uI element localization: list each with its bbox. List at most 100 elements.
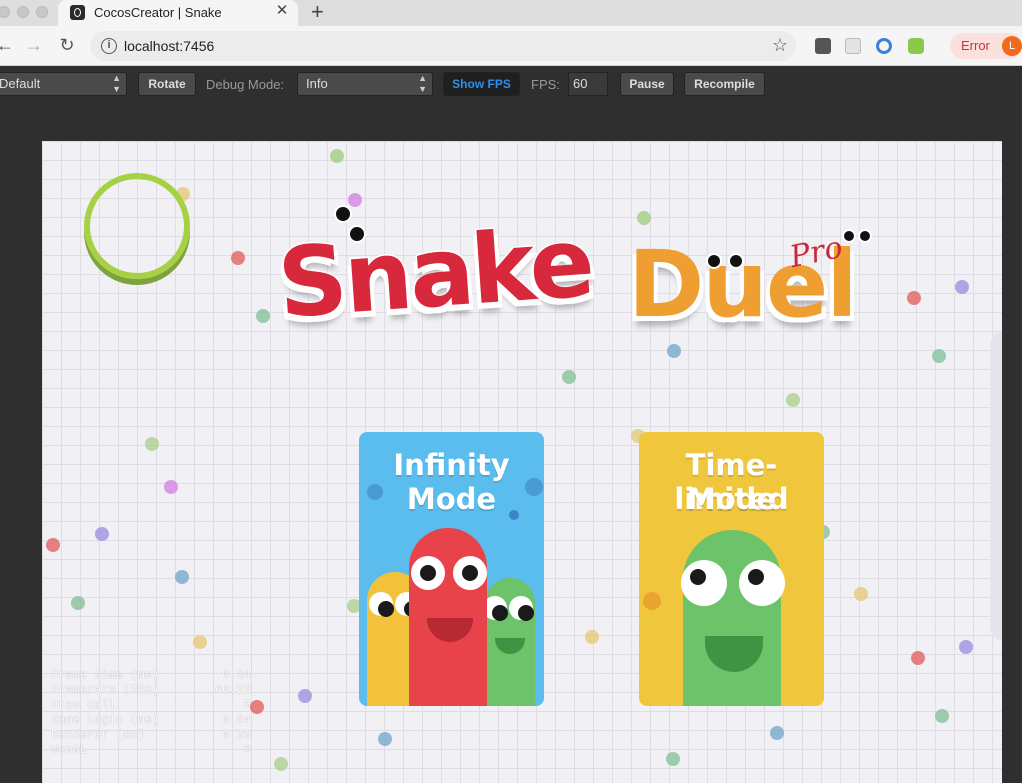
game-canvas[interactable]: Snake Duel Pro Infinity Mode Time-limite… xyxy=(42,141,1002,783)
grid-extension-icon[interactable] xyxy=(845,38,861,54)
food-dot xyxy=(348,193,362,207)
stat-row: Frame time (ms) 0.34 xyxy=(51,668,251,683)
profile-error-pill[interactable]: Error L xyxy=(950,33,1022,59)
food-dot xyxy=(193,635,207,649)
logo-eye-icon xyxy=(842,229,856,243)
address-bar[interactable]: i localhost:7456 ☆ xyxy=(90,31,796,61)
player-ring xyxy=(84,173,190,279)
logo-eye-icon xyxy=(858,229,872,243)
food-dot xyxy=(231,251,245,265)
time-limited-mode-title-line2: Mode xyxy=(686,482,777,516)
cocos-preview-toolbar: Default ▲ ▼ Rotate Debug Mode: Info ▲ ▼ Sh… xyxy=(0,67,1022,101)
device-select-value: Default xyxy=(0,76,41,91)
forward-arrow-icon[interactable]: → xyxy=(23,34,45,56)
snake-eye-icon xyxy=(411,556,445,590)
stat-value: 5 xyxy=(243,698,251,712)
food-dot xyxy=(854,587,868,601)
stat-label: WebGL xyxy=(51,743,88,757)
tab-title: CocosCreator | Snake xyxy=(94,5,222,20)
food-dot xyxy=(95,527,109,541)
snake-eye-icon xyxy=(509,596,534,621)
jetbrains-extension-icon[interactable] xyxy=(815,38,831,54)
debug-mode-select[interactable]: Info ▲ ▼ xyxy=(297,72,433,96)
canvas-edge-panel xyxy=(990,331,1002,641)
device-select[interactable]: Default ▲ ▼ xyxy=(0,72,127,96)
stat-label: Game Logic (ms) xyxy=(51,713,160,727)
bookmark-star-icon[interactable]: ☆ xyxy=(772,35,788,56)
infinity-mode-card[interactable]: Infinity Mode xyxy=(359,432,544,706)
logo-snake-text: Snake xyxy=(273,205,597,342)
food-dot xyxy=(637,211,651,225)
recompile-button[interactable]: Recompile xyxy=(684,72,765,96)
url-text[interactable]: localhost:7456 xyxy=(124,38,214,54)
infinity-mode-title-line2: Mode xyxy=(406,482,497,516)
food-dot xyxy=(274,757,288,771)
stat-value: 0.34 xyxy=(222,668,251,682)
stat-value: 0.29 xyxy=(222,728,251,742)
stat-row: Draw call 5 xyxy=(51,698,251,713)
logo-eye-icon xyxy=(706,253,722,269)
stat-label: Framerate (FPS) xyxy=(51,683,160,697)
rotate-button[interactable]: Rotate xyxy=(138,72,196,96)
reload-icon[interactable]: ↻ xyxy=(56,34,78,56)
food-dot xyxy=(71,596,85,610)
food-dot xyxy=(46,538,60,552)
food-dot xyxy=(585,630,599,644)
food-dot xyxy=(786,393,800,407)
avatar: L xyxy=(1002,36,1022,56)
snake-eye-icon xyxy=(739,560,785,606)
time-limited-mode-card[interactable]: Time-limited Mode xyxy=(639,432,824,706)
fps-input[interactable]: 60 xyxy=(568,72,608,96)
food-dot xyxy=(256,309,270,323)
debug-stats-panel: Frame time (ms) 0.34 Framerate (FPS) 60.22… xyxy=(51,668,251,758)
stat-label: Renderer (ms) xyxy=(51,728,145,742)
infinity-mode-title-line1: Infinity xyxy=(393,448,510,482)
food-dot xyxy=(666,752,680,766)
snake-eye-icon xyxy=(369,592,394,617)
food-dot xyxy=(955,280,969,294)
green-snake xyxy=(683,530,781,706)
stat-value: 0 xyxy=(243,743,251,757)
stat-row: Renderer (ms) 0.29 xyxy=(51,728,251,743)
food-dot xyxy=(959,640,973,654)
error-label: Error xyxy=(961,38,990,53)
food-dot xyxy=(770,726,784,740)
back-arrow-icon[interactable]: ← xyxy=(0,34,16,56)
logo-eye-icon xyxy=(728,253,744,269)
window-close-dot[interactable] xyxy=(0,6,10,18)
site-info-icon[interactable]: i xyxy=(101,38,117,54)
stat-row: Framerate (FPS) 60.22 xyxy=(51,683,251,698)
snake-eye-icon xyxy=(681,560,727,606)
food-dot xyxy=(911,651,925,665)
browser-tab[interactable]: CocosCreator | Snake ✕ xyxy=(58,0,298,26)
select-arrows-icon: ▲ ▼ xyxy=(112,73,121,94)
food-dot xyxy=(935,709,949,723)
cocos-favicon-icon xyxy=(70,5,85,20)
browser-toolbar: ← → ↻ i localhost:7456 ☆ Error L xyxy=(0,26,1022,66)
red-snake xyxy=(409,528,487,706)
show-fps-button[interactable]: Show FPS xyxy=(443,72,520,96)
logo-eye-icon xyxy=(348,225,366,243)
stat-row: Game Logic (ms) 0.04 xyxy=(51,713,251,728)
nodejs-extension-icon[interactable] xyxy=(908,38,924,54)
fps-label: FPS: xyxy=(531,77,560,92)
window-minimize-dot[interactable] xyxy=(17,6,29,18)
new-tab-button[interactable]: + xyxy=(311,0,324,25)
stat-value: 60.22 xyxy=(214,683,251,697)
food-dot xyxy=(562,370,576,384)
food-dot xyxy=(164,480,178,494)
pause-button[interactable]: Pause xyxy=(620,72,674,96)
food-dot xyxy=(175,570,189,584)
browser-tab-strip: CocosCreator | Snake ✕ + xyxy=(0,0,1022,26)
bubble-decoration xyxy=(643,592,661,610)
stat-label: Draw call xyxy=(51,698,116,712)
debug-mode-value: Info xyxy=(306,76,328,91)
food-dot xyxy=(145,437,159,451)
food-dot xyxy=(298,689,312,703)
stat-row: WebGL 0 xyxy=(51,743,251,758)
window-zoom-dot[interactable] xyxy=(36,6,48,18)
food-dot xyxy=(330,149,344,163)
food-dot xyxy=(378,732,392,746)
tab-close-icon[interactable]: ✕ xyxy=(274,3,290,19)
sync-extension-icon[interactable] xyxy=(876,38,892,54)
